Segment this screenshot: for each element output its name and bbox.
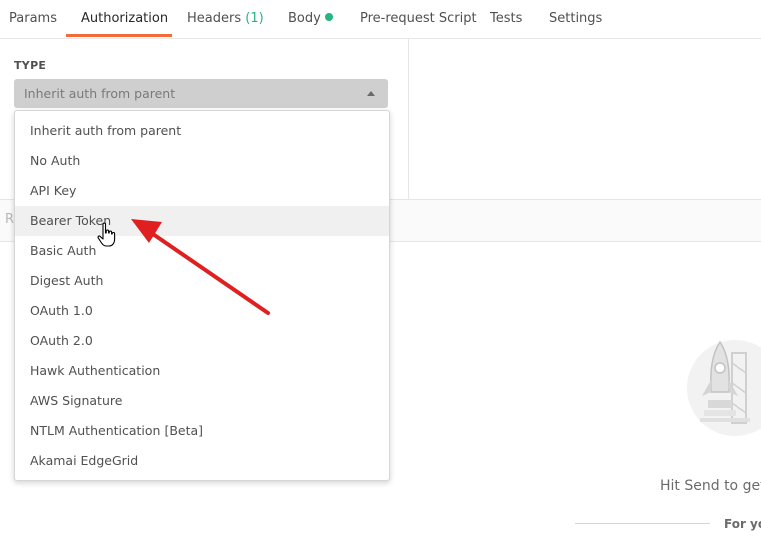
- auth-option-oauth2[interactable]: OAuth 2.0: [15, 326, 389, 356]
- auth-type-label: TYPE: [14, 59, 47, 72]
- auth-option-no-auth[interactable]: No Auth: [15, 146, 389, 176]
- tab-params[interactable]: Params: [9, 0, 57, 38]
- hint-divider: [575, 523, 710, 524]
- caret-up-icon: [367, 91, 375, 96]
- auth-type-dropdown: Inherit auth from parent No Auth API Key…: [14, 110, 390, 481]
- tab-headers[interactable]: Headers (1): [187, 0, 264, 38]
- tab-label: Headers: [187, 11, 242, 26]
- tab-label: Pre-request Script: [360, 11, 477, 26]
- auth-option-digest-auth[interactable]: Digest Auth: [15, 266, 389, 296]
- auth-option-ntlm[interactable]: NTLM Authentication [Beta]: [15, 416, 389, 446]
- auth-option-aws-signature[interactable]: AWS Signature: [15, 386, 389, 416]
- tab-tests[interactable]: Tests: [490, 0, 522, 38]
- send-hint-text: Hit Send to get a: [660, 478, 761, 494]
- auth-option-basic-auth[interactable]: Basic Auth: [15, 236, 389, 266]
- auth-type-selected-value: Inherit auth from parent: [24, 86, 176, 101]
- tab-label: Tests: [490, 11, 523, 26]
- auth-option-oauth1[interactable]: OAuth 1.0: [15, 296, 389, 326]
- hand-pointer-icon: [97, 222, 116, 247]
- auth-option-hawk[interactable]: Hawk Authentication: [15, 356, 389, 386]
- hint-subtext: For yo: [724, 517, 761, 531]
- tab-settings[interactable]: Settings: [549, 0, 602, 38]
- tab-pre-request-script[interactable]: Pre-request Script: [360, 0, 477, 38]
- tab-label: Authorization: [81, 11, 169, 26]
- auth-option-bearer-token[interactable]: Bearer Token: [15, 206, 389, 236]
- auth-option-api-key[interactable]: API Key: [15, 176, 389, 206]
- headers-count: (1): [245, 11, 264, 26]
- tab-authorization[interactable]: Authorization: [81, 0, 168, 38]
- green-dot-icon: [324, 13, 333, 21]
- active-tab-indicator: [66, 34, 172, 37]
- auth-option-inherit[interactable]: Inherit auth from parent: [15, 116, 389, 146]
- request-tabs: Params Authorization Headers (1) Body Pr…: [0, 0, 761, 39]
- tab-label: Settings: [549, 11, 603, 26]
- auth-type-select[interactable]: Inherit auth from parent: [14, 79, 388, 108]
- auth-option-akamai[interactable]: Akamai EdgeGrid: [15, 446, 389, 476]
- response-title-fragment: R: [5, 212, 15, 227]
- rocket-launch-icon: [687, 340, 761, 436]
- tab-label: Params: [9, 11, 57, 26]
- tab-body[interactable]: Body: [288, 0, 333, 38]
- tab-label: Body: [288, 11, 321, 26]
